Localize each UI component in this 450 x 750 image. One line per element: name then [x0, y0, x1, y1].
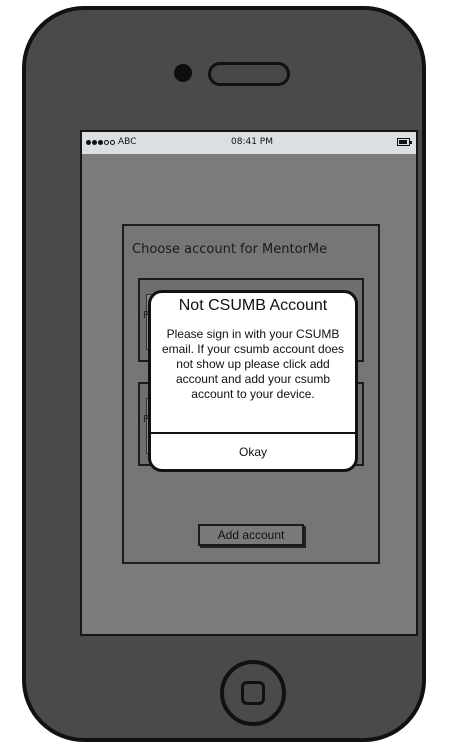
status-time: 08:41 PM — [231, 137, 273, 147]
home-square-icon — [241, 681, 265, 705]
phone-screen: ABC 08:41 PM Choose account for MentorMe… — [80, 130, 418, 636]
status-bar: ABC 08:41 PM — [82, 132, 416, 154]
speaker-icon — [208, 62, 290, 86]
camera-icon — [174, 64, 192, 82]
add-account-button[interactable]: Add account — [198, 524, 304, 546]
alert-title: Not CSUMB Account — [178, 297, 328, 314]
home-button-icon[interactable] — [220, 660, 286, 726]
not-csumb-alert: Not CSUMB Account Please sign in with yo… — [148, 290, 358, 472]
alert-message: Please sign in with your CSUMB email. If… — [161, 327, 345, 401]
carrier-label: ABC — [118, 137, 137, 147]
battery-icon — [397, 138, 412, 146]
signal-dots-icon — [86, 139, 115, 145]
status-bar-left: ABC — [86, 137, 136, 147]
okay-button[interactable]: Okay — [151, 434, 355, 469]
phone-frame: ABC 08:41 PM Choose account for MentorMe… — [22, 6, 426, 742]
account-chooser-title: Choose account for MentorMe — [132, 242, 328, 257]
